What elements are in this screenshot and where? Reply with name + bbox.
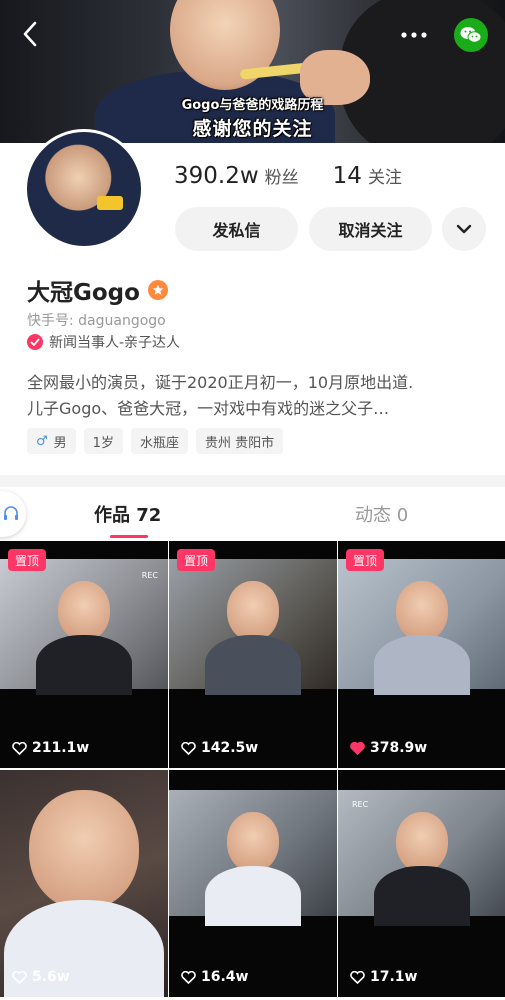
like-count: 16.4w — [181, 969, 248, 985]
video-thumbnail — [169, 790, 337, 926]
pinned-badge: 置顶 — [346, 549, 385, 571]
chip-zodiac: 水瓶座 — [130, 428, 188, 454]
followers-count[interactable]: 390.2w — [174, 163, 259, 189]
bio-line-1: 全网最小的演员，诞于2020正月初一，10月原地出道. — [27, 373, 414, 392]
heart-outline-icon — [181, 970, 196, 984]
tab-moments[interactable]: 动态 0 — [355, 501, 408, 527]
followers-label[interactable]: 粉丝 — [265, 163, 299, 188]
video-thumbnail — [169, 559, 337, 695]
avatar-cup — [97, 196, 123, 210]
floating-side-button[interactable] — [0, 491, 26, 537]
heart-outline-icon — [181, 741, 196, 755]
video-grid: 置顶 REC 211.1w 置顶 142.5w 置顶 378.9w 5.6w 1… — [0, 541, 505, 1000]
verified-badge[interactable] — [147, 280, 168, 300]
avatar[interactable] — [24, 129, 144, 249]
video-tile[interactable]: 16.4w — [169, 770, 337, 997]
wechat-icon — [460, 27, 482, 43]
chevron-left-icon — [23, 21, 37, 47]
more-button[interactable] — [394, 20, 434, 50]
video-tile[interactable]: 5.6w — [0, 770, 168, 997]
video-thumbnail — [0, 770, 168, 997]
banner-caption-small: Gogo与爸爸的戏路历程 — [181, 98, 324, 113]
rec-label: REC — [141, 571, 158, 580]
chip-gender: ♂ 男 — [27, 428, 76, 454]
pinned-badge: 置顶 — [177, 549, 216, 571]
chevron-down-icon — [456, 224, 472, 234]
rec-label: REC — [352, 800, 369, 809]
creator-tag-label: 新闻当事人-亲子达人 — [49, 335, 181, 351]
heart-filled-icon — [350, 741, 365, 755]
video-tile[interactable]: 置顶 REC 211.1w — [0, 541, 168, 768]
creator-tag[interactable]: 新闻当事人-亲子达人 — [27, 332, 180, 352]
profile-name: 大冠Gogo — [27, 273, 168, 307]
like-count: 17.1w — [350, 969, 417, 985]
more-dots-icon — [401, 32, 427, 38]
content-tabs: 作品 72 动态 0 — [0, 487, 505, 541]
headphones-icon — [4, 506, 18, 520]
video-tile[interactable]: REC 17.1w — [338, 770, 505, 997]
following-count[interactable]: 14 — [333, 163, 362, 189]
wechat-share-button[interactable] — [454, 18, 488, 52]
male-icon: ♂ — [36, 433, 48, 449]
profile-stats: 390.2w 粉丝 14 关注 — [174, 163, 402, 189]
pinned-badge: 置顶 — [8, 549, 47, 571]
back-button[interactable] — [14, 18, 46, 50]
profile-chips: ♂ 男 1岁 水瓶座 贵州 贵阳市 — [27, 428, 291, 454]
video-thumbnail — [338, 559, 505, 695]
active-tab-indicator — [110, 535, 148, 538]
tab-works[interactable]: 作品 72 — [94, 501, 161, 527]
heart-outline-icon — [12, 741, 27, 755]
unfollow-button[interactable]: 取消关注 — [309, 207, 432, 251]
star-icon — [152, 284, 164, 295]
chip-age: 1岁 — [83, 428, 123, 454]
chip-gender-label: 男 — [53, 435, 67, 451]
video-tile[interactable]: 置顶 142.5w — [169, 541, 337, 768]
chip-location: 贵州 贵阳市 — [195, 428, 284, 454]
section-divider — [0, 475, 505, 487]
bio-line-2: 儿子Gogo、爸爸大冠，一对戏中有戏的迷之父子… — [27, 399, 390, 418]
like-count: 378.9w — [350, 740, 427, 756]
video-tile[interactable]: 置顶 378.9w — [338, 541, 505, 768]
following-label[interactable]: 关注 — [368, 163, 402, 188]
like-count: 5.6w — [12, 969, 70, 985]
profile-card: 390.2w 粉丝 14 关注 发私信 取消关注 大冠Gogo 快手号: dag… — [0, 129, 505, 475]
profile-name-text: 大冠Gogo — [27, 280, 140, 306]
profile-banner: Gogo与爸爸的戏路历程 感谢您的关注 — [0, 0, 505, 143]
like-count: 142.5w — [181, 740, 258, 756]
check-badge-icon — [27, 334, 43, 350]
like-count: 211.1w — [12, 740, 89, 756]
kuaishou-id: 快手号: daguangogo — [27, 313, 166, 329]
heart-outline-icon — [12, 970, 27, 984]
expand-recommendations-button[interactable] — [442, 207, 486, 251]
heart-outline-icon — [350, 970, 365, 984]
send-message-button[interactable]: 发私信 — [175, 207, 298, 251]
profile-bio[interactable]: 全网最小的演员，诞于2020正月初一，10月原地出道. 儿子Gogo、爸爸大冠，… — [27, 370, 487, 422]
